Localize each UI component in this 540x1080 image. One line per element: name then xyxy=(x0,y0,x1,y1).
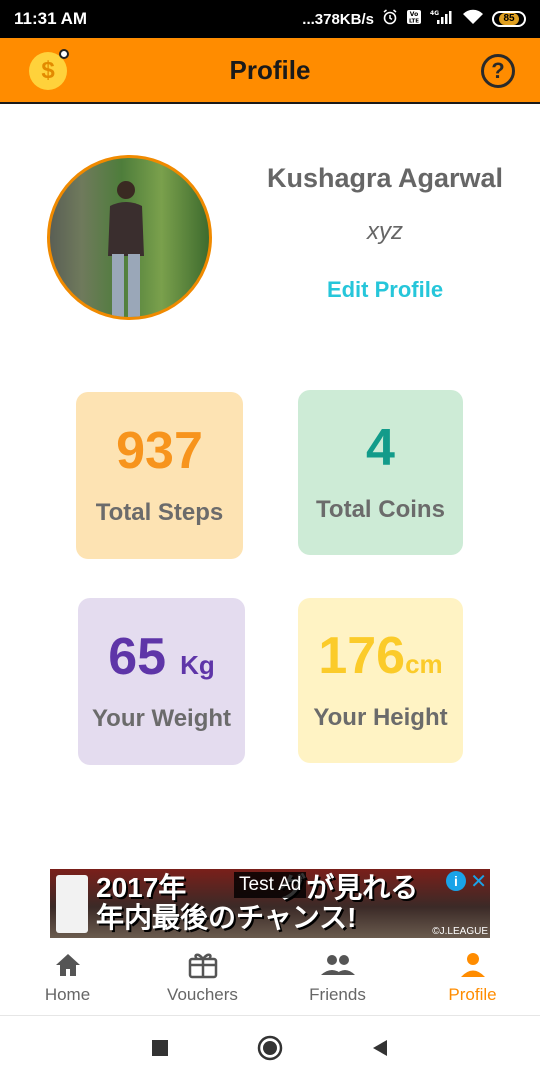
nav-item-vouchers[interactable]: Vouchers xyxy=(135,940,270,1015)
total-steps-card: 937 Total Steps xyxy=(76,392,243,559)
total-steps-label: Total Steps xyxy=(95,498,224,526)
ad-text-line2: 年内最後のチャンス! xyxy=(96,902,357,933)
avatar[interactable] xyxy=(47,155,212,320)
weight-unit: Kg xyxy=(180,649,215,680)
signal-icon: 4G xyxy=(430,9,454,29)
help-glyph: ? xyxy=(491,58,505,83)
battery-icon: 85 xyxy=(492,11,526,27)
status-bar: 11:31 AM ...378KB/s Vo LTE 4G 85 xyxy=(0,0,540,38)
test-ad-label: Test Ad xyxy=(234,872,307,898)
battery-level: 85 xyxy=(499,13,519,25)
circle-icon[interactable] xyxy=(257,1035,283,1061)
svg-text:LTE: LTE xyxy=(409,19,419,25)
volte-icon: Vo LTE xyxy=(406,9,422,29)
status-icons: ...378KB/s Vo LTE 4G 85 xyxy=(302,9,526,29)
page-title: Profile xyxy=(229,54,311,85)
edit-profile-link[interactable]: Edit Profile xyxy=(250,277,520,303)
total-coins-card: 4 Total Coins xyxy=(298,390,463,555)
square-icon[interactable] xyxy=(151,1039,169,1057)
total-coins-label: Total Coins xyxy=(316,495,445,523)
svg-text:Vo: Vo xyxy=(410,11,418,18)
bottom-nav: Home Vouchers Friends Profile xyxy=(0,940,540,1016)
weight-card[interactable]: 65 Kg Your Weight xyxy=(78,598,245,765)
nav-label-vouchers: Vouchers xyxy=(167,984,238,1004)
status-time: 11:31 AM xyxy=(14,9,88,28)
back-triangle-icon[interactable] xyxy=(371,1039,389,1057)
dollar-coin-icon[interactable]: $ xyxy=(29,49,69,90)
ad-close-icon[interactable]: ✕ xyxy=(470,869,487,894)
nav-item-home[interactable]: Home xyxy=(0,940,135,1015)
weight-label: Your Weight xyxy=(91,704,232,732)
height-card[interactable]: 176 cm Your Height xyxy=(298,598,463,763)
profile-username: xyz xyxy=(367,218,403,245)
friends-icon xyxy=(320,951,355,979)
total-steps-value: 937 xyxy=(116,421,203,480)
network-speed: ...378KB/s xyxy=(302,10,374,28)
help-circle-icon[interactable]: ? xyxy=(481,54,515,88)
person-icon xyxy=(460,951,486,979)
nav-label-friends: Friends xyxy=(309,984,366,1004)
system-nav-bar xyxy=(0,1016,540,1080)
nav-item-profile[interactable]: Profile xyxy=(405,940,540,1015)
ad-banner[interactable]: 2017年 グが見れる 年内最後のチャンス! Test Ad i ✕ ©J.LEA… xyxy=(50,869,490,938)
height-unit: cm xyxy=(405,648,443,679)
nav-item-friends[interactable]: Friends xyxy=(270,940,405,1015)
network-type: 4G xyxy=(430,10,439,17)
weight-value: 65 xyxy=(108,627,167,686)
ad-copyright: ©J.LEAGUE xyxy=(432,926,488,937)
profile-name: Kushagra Agarwal xyxy=(266,163,504,193)
nav-label-home: Home xyxy=(44,984,91,1004)
gift-icon xyxy=(188,951,218,979)
total-coins-value: 4 xyxy=(366,418,395,477)
ad-info-glyph: i xyxy=(454,873,458,889)
nav-label-profile: Profile xyxy=(448,984,497,1004)
app-bar: $ Profile ? xyxy=(0,38,540,104)
coin-badge xyxy=(59,49,69,59)
wifi-icon xyxy=(462,9,484,29)
jleague-logo xyxy=(56,875,88,933)
home-icon xyxy=(54,951,82,979)
alarm-icon xyxy=(382,9,398,29)
height-label: Your Height xyxy=(313,703,448,731)
coin-glyph: $ xyxy=(41,57,55,84)
ad-info-icon[interactable]: i xyxy=(446,871,466,891)
avatar-person-photo xyxy=(108,181,144,317)
ad-text-line1: 2017年 xyxy=(96,872,187,903)
height-value: 176 xyxy=(318,626,406,685)
